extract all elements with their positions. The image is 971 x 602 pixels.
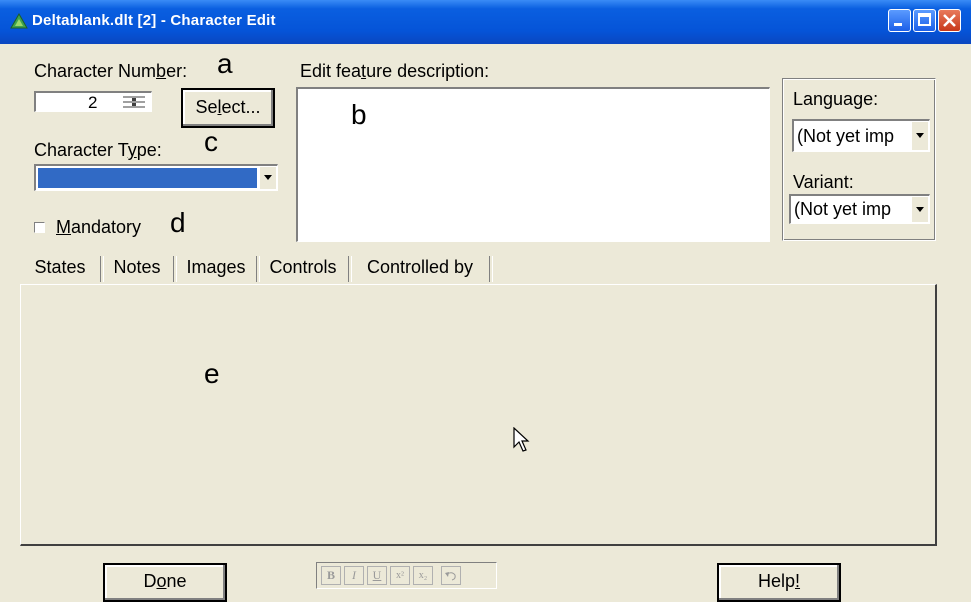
- tab-images[interactable]: Images: [177, 252, 255, 284]
- bold-button[interactable]: B: [321, 566, 341, 585]
- delta-app-icon: [10, 13, 28, 29]
- variant-value: (Not yet imp: [794, 199, 892, 219]
- feature-description-label: Edit feature description:: [300, 61, 490, 81]
- variant-select[interactable]: (Not yet imp: [789, 194, 930, 224]
- annotation-c: c: [204, 126, 218, 157]
- mandatory-label[interactable]: Mandatory: [56, 217, 141, 238]
- character-edit-window: Deltablank.dlt [2] - Character Edit Char…: [0, 0, 971, 602]
- language-label: Language:: [793, 89, 879, 109]
- done-button[interactable]: Done: [103, 563, 227, 602]
- character-type-dropdown-button[interactable]: [259, 167, 276, 189]
- subscript-button[interactable]: x₂: [413, 566, 433, 585]
- select-button[interactable]: Select...: [181, 88, 275, 128]
- states-tab-panel: e: [20, 284, 937, 546]
- underline-button[interactable]: U: [367, 566, 387, 585]
- character-type-select[interactable]: [34, 164, 278, 191]
- feature-description-input[interactable]: [296, 87, 770, 242]
- chevron-down-icon: [264, 175, 272, 180]
- annotation-b: b: [351, 99, 367, 130]
- undo-icon: [445, 572, 456, 581]
- mouse-pointer-icon: [513, 427, 530, 452]
- superscript-button[interactable]: x²: [390, 566, 410, 585]
- italic-button[interactable]: I: [344, 566, 364, 585]
- minimize-button[interactable]: [888, 9, 911, 32]
- language-select[interactable]: (Not yet imp: [792, 119, 930, 152]
- maximize-icon: [918, 13, 931, 26]
- annotation-e: e: [204, 358, 220, 389]
- variant-dropdown-button[interactable]: [911, 197, 928, 222]
- tab-controls[interactable]: Controls: [260, 252, 346, 284]
- format-toolbar: B I U x² x₂: [316, 562, 497, 589]
- annotation-a: a: [217, 48, 233, 79]
- tab-controlled-by[interactable]: Controlled by: [352, 252, 488, 284]
- window-title: Deltablank.dlt [2] - Character Edit: [32, 12, 276, 29]
- title-bar[interactable]: Deltablank.dlt [2] - Character Edit: [0, 0, 971, 44]
- language-value: (Not yet imp: [797, 126, 895, 146]
- tab-notes[interactable]: Notes: [104, 252, 170, 284]
- character-number-label: Character Number:: [34, 61, 188, 81]
- language-variant-group: Language: (Not yet imp Variant: (Not yet…: [782, 78, 936, 241]
- character-number-value: 2: [88, 93, 98, 112]
- close-button[interactable]: [938, 9, 961, 32]
- character-type-label: Character Type:: [34, 140, 162, 160]
- character-number-spinner[interactable]: 2: [34, 91, 152, 112]
- tab-states[interactable]: States: [20, 252, 100, 284]
- annotation-d: d: [170, 207, 186, 238]
- mandatory-checkbox[interactable]: [34, 222, 45, 233]
- language-dropdown-button[interactable]: [911, 122, 928, 150]
- close-icon: [943, 14, 956, 27]
- spinner-arrows-icon[interactable]: [121, 95, 147, 109]
- maximize-button[interactable]: [913, 9, 936, 32]
- help-button[interactable]: Help!: [717, 563, 841, 602]
- undo-button[interactable]: [441, 566, 461, 585]
- minimize-icon: [894, 23, 902, 26]
- character-type-selection: [38, 168, 257, 188]
- variant-label: Variant:: [793, 172, 854, 192]
- chevron-down-icon: [916, 133, 924, 138]
- tab-separator: [489, 256, 493, 282]
- chevron-down-icon: [916, 206, 924, 212]
